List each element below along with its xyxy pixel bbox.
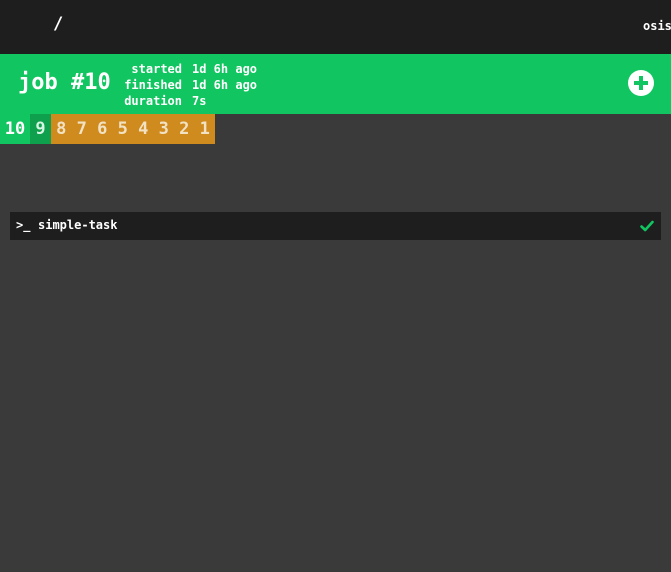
build-tab-3[interactable]: 3 [153, 114, 174, 144]
terminal-icon: >_ [16, 218, 31, 232]
build-history: 10 9 8 7 6 5 4 3 2 1 [0, 114, 215, 144]
user-menu[interactable]: osis [643, 19, 671, 33]
build-tab-2[interactable]: 2 [174, 114, 195, 144]
build-tab-10[interactable]: 10 [0, 114, 30, 144]
breadcrumb-separator: / [53, 14, 64, 34]
task-name: simple-task [38, 218, 118, 232]
build-tab-4[interactable]: 4 [133, 114, 154, 144]
checkmark-icon [640, 220, 654, 232]
summary-key: duration [124, 94, 182, 108]
build-tab-9[interactable]: 9 [30, 114, 51, 144]
summary-row-finished: finished 1d 6h ago [124, 77, 257, 93]
build-tab-8[interactable]: 8 [51, 114, 72, 144]
summary-value: 1d 6h ago [192, 78, 258, 92]
summary-key: started [131, 62, 182, 76]
summary-value: 7s [192, 94, 207, 108]
summary-value: 1d 6h ago [192, 62, 258, 76]
summary-key: finished [124, 78, 182, 92]
top-bar: / osis [0, 0, 671, 54]
task-row[interactable]: >_ simple-task [10, 212, 661, 240]
build-tab-7[interactable]: 7 [71, 114, 92, 144]
job-header: job #10 started 1d 6h ago finished 1d 6h… [0, 54, 671, 114]
summary-row-duration: duration 7s [124, 93, 257, 109]
build-summary: started 1d 6h ago finished 1d 6h ago dur… [124, 61, 257, 109]
build-tab-5[interactable]: 5 [112, 114, 133, 144]
summary-row-started: started 1d 6h ago [124, 61, 257, 77]
job-title: job #10 [18, 70, 111, 95]
build-tab-6[interactable]: 6 [92, 114, 113, 144]
plus-circle-icon[interactable] [628, 70, 654, 96]
build-tab-1[interactable]: 1 [194, 114, 215, 144]
